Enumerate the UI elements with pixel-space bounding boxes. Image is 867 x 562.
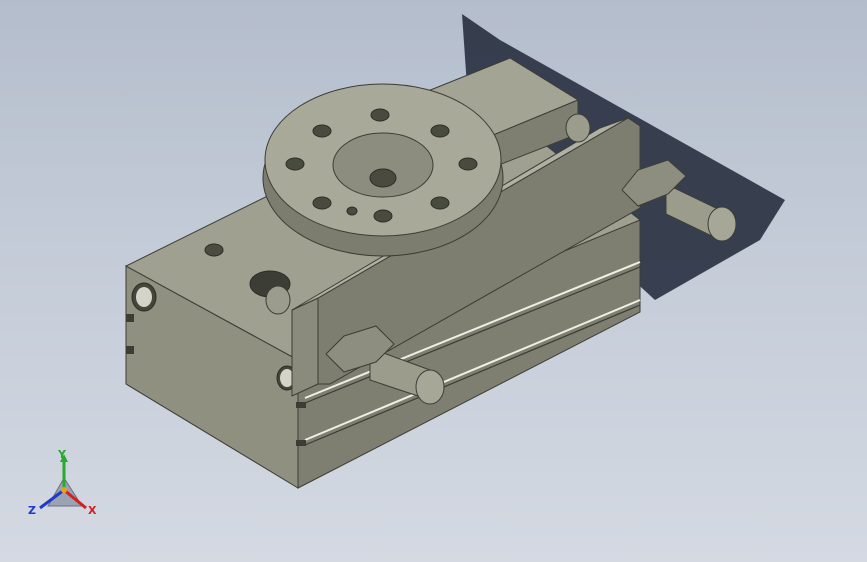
coordinate-triad: Y X Z <box>24 448 104 528</box>
3d-graphics-viewport[interactable]: Y X Z <box>0 0 867 562</box>
rotary-actuator-model[interactable] <box>0 0 867 562</box>
z-axis-label: Z <box>28 504 36 517</box>
rod-end-right <box>707 206 737 242</box>
rear-rod-right <box>565 113 591 143</box>
mount-hole <box>204 243 224 257</box>
rear-rod-left <box>265 285 291 315</box>
front-slot <box>126 314 134 322</box>
rotary-table-center-hole <box>369 168 397 188</box>
origin-icon <box>61 487 67 493</box>
rod-end-left <box>415 369 445 405</box>
x-axis-label: X <box>88 504 97 517</box>
port-hole <box>136 287 152 307</box>
y-axis-label: Y <box>57 448 67 461</box>
front-slot <box>296 402 306 408</box>
front-slot <box>296 440 306 446</box>
end-cap-front <box>291 297 319 397</box>
front-slot <box>126 346 134 354</box>
